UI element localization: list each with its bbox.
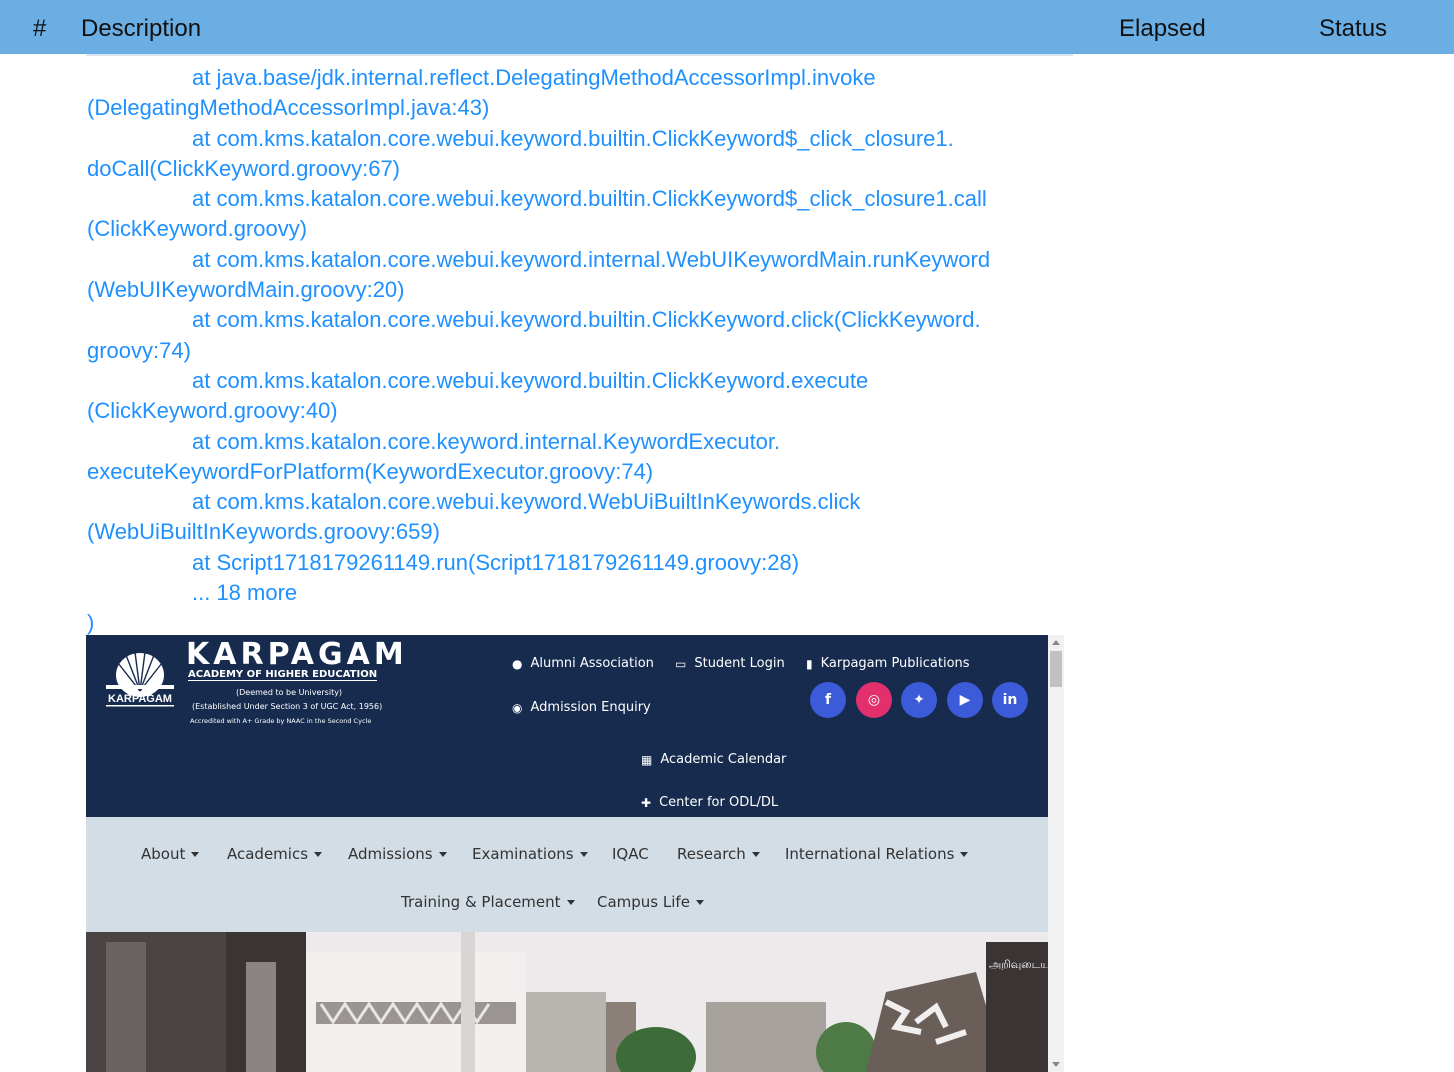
admission-enquiry-link[interactable]: ◉ Admission Enquiry [512,700,651,715]
alumni-association-link[interactable]: ● Alumni Association [512,656,654,671]
logo-subtitle: ACADEMY OF HIGHER EDUCATION [188,669,378,681]
stack-trace-line: (WebUiBuiltInKeywords.groovy:659) [87,519,440,545]
karpagam-logo-emblem: KARPAGAM [106,651,174,707]
nav-research[interactable]: Research [677,845,760,863]
site-header: KARPAGAM KARPAGAM ACADEMY OF HIGHER EDUC… [86,635,1048,817]
karpagam-publications-link[interactable]: ▮ Karpagam Publications [806,656,970,671]
stack-trace-line: (WebUIKeywordMain.groovy:20) [87,277,405,303]
calendar-icon: ▦ [641,752,653,767]
scroll-down-arrow-icon[interactable] [1052,1062,1060,1067]
youtube-icon[interactable]: ▶ [947,682,983,718]
stack-trace: at java.base/jdk.internal.reflect.Delega… [87,63,1087,639]
nav-campus-life[interactable]: Campus Life [597,893,704,911]
stack-trace-line: groovy:74) [87,337,191,363]
puzzle-icon: ✚ [641,795,652,810]
nav-academics[interactable]: Academics [227,845,323,863]
stack-trace-line: ... 18 more [192,580,298,606]
book-icon: ▮ [806,656,813,671]
nav-about[interactable]: About [141,845,200,863]
stack-trace-line: executeKeywordForPlatform(KeywordExecuto… [87,458,654,484]
svg-text:அறிவுடைய: அறிவுடைய [989,958,1048,971]
caret-down-icon [579,851,588,857]
logo-established: (Established Under Section 3 of UGC Act,… [192,702,383,711]
caret-down-icon [960,851,969,857]
caret-down-icon [438,851,447,857]
caret-down-icon [751,851,760,857]
stack-trace-line: at com.kms.katalon.core.keyword.internal… [192,428,781,454]
facebook-icon[interactable]: f [810,682,846,718]
stack-trace-line: at java.base/jdk.internal.reflect.Delega… [192,65,876,90]
logo-name: KARPAGAM [186,637,408,672]
column-elapsed: Elapsed [1119,15,1206,42]
embedded-screenshot: KARPAGAM KARPAGAM ACADEMY OF HIGHER EDUC… [86,635,1048,1072]
student-login-link[interactable]: ▭ Student Login [675,656,785,671]
stack-trace-line: (DelegatingMethodAccessorImpl.java:43) [87,95,490,121]
stack-trace-line: at com.kms.katalon.core.webui.keyword.bu… [192,125,954,151]
stack-trace-line: at com.kms.katalon.core.webui.keyword.in… [192,246,991,272]
column-status: Status [1319,15,1388,42]
caret-down-icon [695,899,704,905]
nav-training-placement[interactable]: Training & Placement [401,893,575,911]
caret-down-icon [314,851,323,857]
center-odl-link[interactable]: ✚ Center for ODL/DL [641,795,778,810]
header-divider [86,54,1073,56]
nav-iqac[interactable]: IQAC [612,845,649,863]
instagram-icon[interactable]: ◎ [856,682,892,718]
column-description: Description [81,15,202,42]
nav-examinations[interactable]: Examinations [472,845,588,863]
laptop-icon: ▭ [675,656,687,671]
stack-trace-line: at com.kms.katalon.core.webui.keyword.bu… [192,186,987,212]
linkedin-icon[interactable]: in [992,682,1028,718]
caret-down-icon [191,851,200,857]
scroll-thumb[interactable] [1050,651,1062,687]
stack-trace-line: at com.kms.katalon.core.webui.keyword.We… [192,489,861,515]
embedded-scrollbar[interactable] [1048,635,1064,1072]
svg-text:KARPAGAM: KARPAGAM [108,693,172,705]
scroll-up-arrow-icon[interactable] [1052,640,1060,645]
twitter-icon[interactable]: ✦ [901,682,937,718]
stack-trace-line: (ClickKeyword.groovy:40) [87,398,338,424]
stack-trace-line: doCall(ClickKeyword.groovy:67) [87,155,401,181]
logo-accredited: Accredited with A+ Grade by NAAC in the … [190,717,372,725]
chat-icon: ◉ [512,700,523,715]
user-icon: ● [512,656,523,671]
main-nav: About Academics Admissions Examinations … [86,817,1048,932]
table-header: # Description Elapsed Status [0,0,1454,54]
stack-trace-line: (ClickKeyword.groovy) [87,216,308,242]
nav-international-relations[interactable]: International Relations [785,845,969,863]
stack-trace-line: at com.kms.katalon.core.webui.keyword.bu… [192,307,981,333]
caret-down-icon [566,899,575,905]
stack-trace-line: at Script1718179261149.run(Script1718179… [192,549,800,575]
academic-calendar-link[interactable]: ▦ Academic Calendar [641,752,786,767]
stack-trace-line: at com.kms.katalon.core.webui.keyword.bu… [192,367,869,393]
nav-admissions[interactable]: Admissions [348,845,447,863]
column-hash: # [33,15,47,42]
logo-deemed: (Deemed to be University) [236,688,343,697]
campus-hero-image: அறிவுடைய [86,932,1048,1072]
